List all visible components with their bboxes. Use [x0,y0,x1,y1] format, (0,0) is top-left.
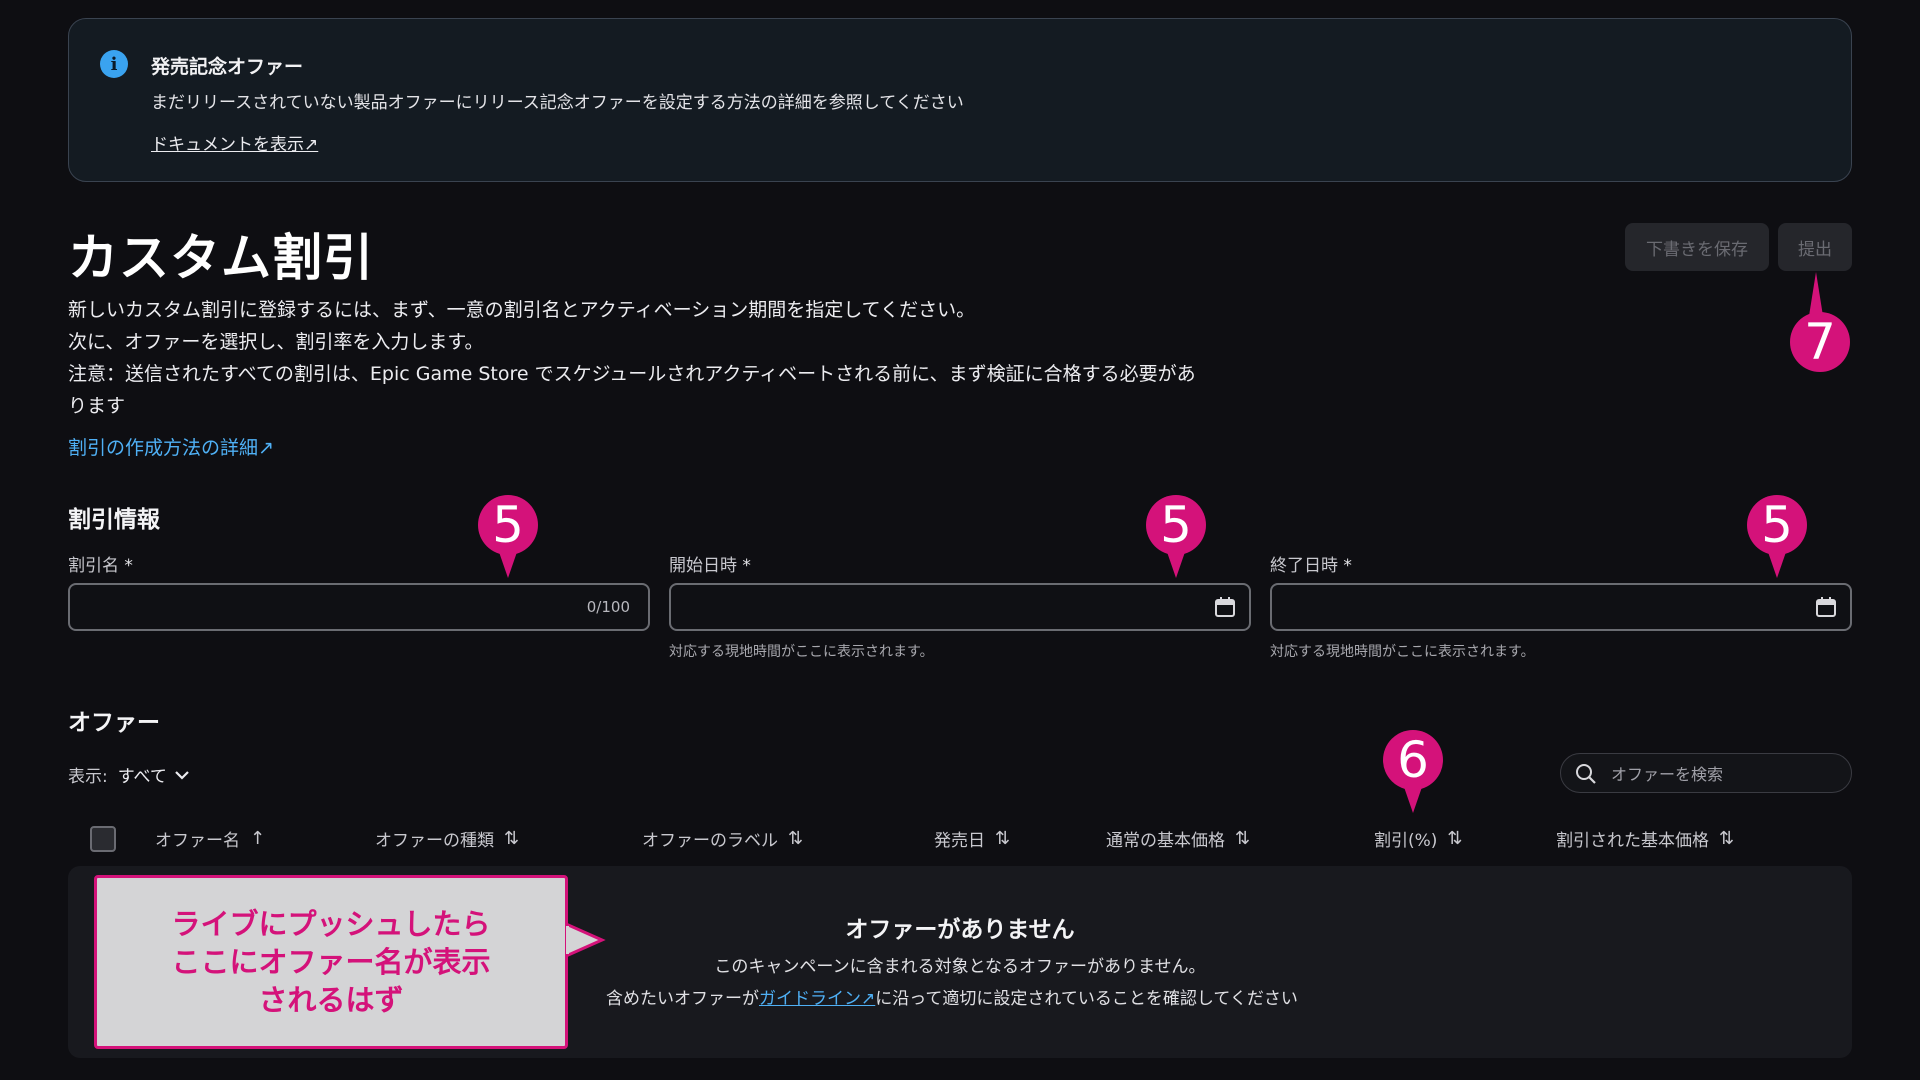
guidelines-link[interactable]: ガイドライン↗ [759,989,875,1009]
annotation-pointer [499,552,517,578]
description-line-4: ります [68,395,126,417]
annotation-badge-7: 7 [1790,312,1850,372]
required-mark: * [1343,556,1352,576]
column-label: オファーのラベル [642,831,778,851]
chevron-down-icon [175,770,189,780]
filter-value: すべて [117,767,167,787]
column-label: 割引(%) [1374,831,1438,851]
info-icon: i [100,50,128,78]
calendar-icon[interactable] [1814,595,1838,619]
column-discount-percent[interactable]: 割引(%) ⇅ [1374,826,1463,851]
column-offer-label[interactable]: オファーのラベル ⇅ [642,826,803,851]
callout-text: ライブにプッシュしたら ここにオファー名が表示 されるはず [171,907,491,1017]
start-date-label-text: 開始日時 [669,556,737,576]
char-counter: 0/100 [586,598,630,616]
end-date-input[interactable] [1286,585,1790,631]
column-discounted-price[interactable]: 割引された基本価格 ⇅ [1556,826,1734,851]
column-label: 割引された基本価格 [1556,831,1709,851]
column-release-date[interactable]: 発売日 ⇅ [934,826,1010,851]
select-all-checkbox[interactable] [90,826,116,852]
column-label: 発売日 [934,831,985,851]
annotation-badge-5-end: 5 [1747,495,1807,555]
discount-name-label-text: 割引名 [68,556,119,576]
column-offer-name[interactable]: オファー名 ↑ [155,826,265,851]
description-line-3: 注意：送信されたすべての割引は、Epic Game Store でスケジュールさ… [68,363,1196,385]
annotation-callout: ライブにプッシュしたら ここにオファー名が表示 されるはず [94,875,568,1049]
column-label: 通常の基本価格 [1106,831,1225,851]
annotation-pointer [1167,552,1185,578]
callout-pointer [566,922,606,958]
sort-icon: ⇅ [1447,828,1463,849]
banner-title: 発売記念オファー [151,56,304,78]
filter-dropdown[interactable]: すべて [118,762,191,787]
filter-label: 表示: [68,767,108,787]
annotation-pointer [1809,272,1823,316]
start-date-input[interactable] [685,585,1189,631]
annotation-pointer [1404,787,1422,813]
column-base-price[interactable]: 通常の基本価格 ⇅ [1106,826,1250,851]
submit-button[interactable]: 提出 [1778,223,1852,271]
end-date-field[interactable] [1270,583,1852,631]
start-date-label: 開始日時 * [669,551,751,576]
search-icon [1576,764,1596,784]
view-filter: 表示: すべて [68,762,191,787]
sort-icon: ⇅ [995,828,1011,849]
sort-icon: ⇅ [1719,828,1735,849]
discount-info-title: 割引情報 [68,507,160,533]
view-docs-link[interactable]: ドキュメントを表示↗ [151,130,318,155]
learn-discount-link[interactable]: 割引の作成方法の詳細↗ [68,433,274,460]
empty-state-guideline: 含めたいオファーがガイドライン↗に沿って適切に設定されていることを確認してくださ… [606,984,1298,1009]
guideline-prefix: 含めたいオファーが [606,989,759,1009]
offer-search-input[interactable] [1609,754,1843,794]
sort-asc-icon: ↑ [250,828,266,849]
required-mark: * [124,556,133,576]
description-line-2: 次に、オファーを選択し、割引率を入力します。 [68,331,484,353]
annotation-pointer [1768,552,1786,578]
offers-title: オファー [68,710,160,736]
offer-search[interactable] [1560,753,1852,794]
sort-icon: ⇅ [504,828,520,849]
annotation-badge-5-start: 5 [1146,495,1206,555]
annotation-badge-5-name: 5 [478,495,538,555]
sort-icon: ⇅ [788,828,804,849]
sort-icon: ⇅ [1235,828,1251,849]
calendar-icon[interactable] [1213,595,1237,619]
start-date-field[interactable] [669,583,1251,631]
banner-body: まだリリースされていない製品オファーにリリース記念オファーを設定する方法の詳細を… [151,93,964,113]
end-date-helper: 対応する現地時間がここに表示されます。 [1270,644,1535,660]
column-label: オファー名 [155,831,240,851]
discount-name-label: 割引名 * [68,551,133,576]
column-offer-type[interactable]: オファーの種類 ⇅ [375,826,519,851]
discount-name-input[interactable] [84,585,588,631]
guideline-suffix: に沿って適切に設定されていることを確認してください [875,989,1298,1009]
required-mark: * [742,556,751,576]
save-draft-button[interactable]: 下書きを保存 [1625,223,1769,271]
page-title: カスタム割引 [68,229,374,287]
end-date-label: 終了日時 * [1270,551,1352,576]
annotation-badge-6: 6 [1383,730,1443,790]
column-label: オファーの種類 [375,831,494,851]
start-date-helper: 対応する現地時間がここに表示されます。 [669,644,934,660]
end-date-label-text: 終了日時 [1270,556,1338,576]
description-line-1: 新しいカスタム割引に登録するには、まず、一意の割引名とアクティベーション期間を指… [68,299,976,321]
discount-name-field[interactable]: 0/100 [68,583,650,631]
